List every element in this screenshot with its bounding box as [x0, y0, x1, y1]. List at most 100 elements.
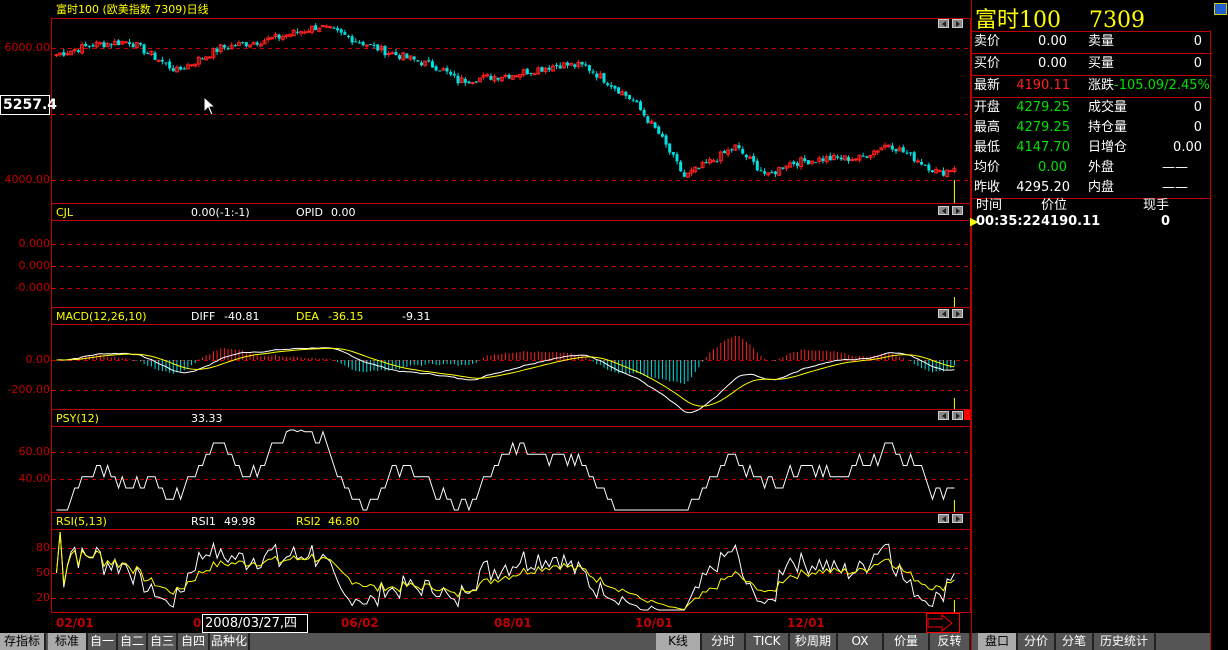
candle-body: [449, 71, 453, 75]
tab-second-period[interactable]: 秒周期: [790, 633, 838, 650]
tab-custom-1[interactable]: 自一: [88, 633, 118, 650]
row-high: 最高 4279.25 持仓量 0: [972, 118, 1212, 138]
candle-body: [372, 44, 376, 46]
candle-body: [635, 100, 639, 103]
tab-custom-4[interactable]: 自四: [178, 633, 210, 650]
candle-body: [624, 91, 628, 96]
candle-body: [847, 157, 851, 161]
candle-body: [189, 64, 194, 67]
row-open: 开盘 4279.25 成交量 0: [972, 98, 1212, 118]
candle-body: [427, 60, 431, 62]
tab-price-dist[interactable]: 分价: [1018, 633, 1056, 650]
date-tick: 12/01: [787, 616, 825, 630]
tab-ox[interactable]: OX: [838, 633, 884, 650]
candle-body: [314, 25, 318, 31]
candle-body: [937, 170, 942, 173]
candle-body: [474, 81, 478, 83]
cursor-price-label: 5257.4: [0, 95, 57, 115]
candle-body: [668, 143, 672, 153]
candle-body: [573, 64, 577, 67]
candle-body: [529, 72, 533, 74]
candle-body: [850, 159, 855, 162]
quote-table: 卖价 0.00 卖量 0 买价 0.00 买量 0 最新 4190.11 涨跌 …: [971, 31, 1212, 199]
candle-body: [628, 95, 632, 100]
value: 0: [1193, 120, 1202, 135]
tab-custom-3[interactable]: 自三: [148, 633, 178, 650]
tab-history-stats[interactable]: 历史统计: [1094, 633, 1156, 650]
candle-body: [580, 62, 584, 65]
tab-variety[interactable]: 品种化: [210, 633, 250, 650]
tab-reverse[interactable]: 反转: [930, 633, 971, 650]
candle-body: [156, 59, 161, 62]
candle-body: [438, 70, 442, 72]
label: 最高: [974, 120, 1001, 135]
candle-body: [755, 160, 759, 171]
label: 买价: [974, 56, 1001, 71]
value: 4279.25: [1016, 120, 1070, 135]
next-arrow-icon[interactable]: [926, 613, 960, 633]
candle-body: [207, 56, 212, 59]
candle-body: [861, 155, 865, 157]
label: 开盘: [974, 100, 1001, 115]
candle-body: [201, 58, 204, 60]
label: 卖价: [974, 34, 1001, 49]
candle-body: [507, 74, 511, 79]
tab-custom-2[interactable]: 自二: [118, 633, 148, 650]
candle-body: [915, 160, 920, 163]
candle-body: [613, 85, 617, 89]
value: ——: [1162, 160, 1188, 175]
date-tick: 06/02: [341, 616, 379, 630]
candle-body: [806, 160, 810, 165]
candle-body: [241, 42, 245, 44]
candle-body: [675, 154, 679, 162]
candle-body: [215, 48, 219, 52]
date-tick: 10/01: [635, 616, 673, 630]
tab-kline[interactable]: K线: [656, 633, 702, 650]
row-last: 最新 4190.11 涨跌 -105.09/2.45%: [972, 76, 1212, 98]
candle-body: [664, 135, 668, 145]
candle-body: [347, 35, 350, 37]
candle-body: [606, 83, 610, 86]
candle-body: [328, 26, 333, 29]
col-volume: 现手: [1143, 198, 1170, 213]
tab-intraday[interactable]: 分时: [702, 633, 746, 650]
row-prev-close: 昨收 4295.20 内盘 ——: [972, 178, 1212, 198]
value: 0.00: [1038, 160, 1067, 175]
restore-window-icon[interactable]: [1214, 3, 1227, 15]
value: 0.00: [1038, 56, 1067, 71]
candle-body: [383, 46, 387, 56]
candle-body: [244, 42, 248, 47]
candle-body: [912, 152, 916, 162]
candle-body: [179, 66, 183, 70]
candle-body: [489, 75, 493, 80]
candle-body: [671, 152, 675, 155]
candle-body: [168, 61, 172, 69]
tab-standard[interactable]: 标准: [48, 633, 88, 650]
tick-price: 4190.11: [1041, 214, 1101, 229]
candle-body: [770, 172, 774, 174]
candle-body: [102, 42, 106, 48]
candle-body: [91, 45, 95, 47]
candle-body: [737, 145, 741, 149]
candle-body: [131, 43, 135, 48]
tab-tick[interactable]: TICK: [746, 633, 790, 650]
candle-body: [302, 31, 307, 34]
row-avg: 均价 0.00 外盘 ——: [972, 158, 1212, 178]
candle-body: [587, 65, 591, 71]
candle-body: [182, 68, 186, 70]
candle-body: [485, 74, 490, 77]
candle-body: [87, 45, 91, 47]
candle-body: [368, 43, 372, 45]
candle-body: [642, 109, 646, 116]
rsi2-line: [56, 531, 955, 611]
tab-order-book[interactable]: 盘口: [978, 633, 1018, 650]
tick-time: 00:35:22: [976, 214, 1041, 229]
candle-body: [357, 42, 361, 44]
psy-line: [56, 429, 955, 512]
candle-body: [430, 61, 434, 68]
tab-trades[interactable]: 分笔: [1056, 633, 1094, 650]
tab-price-volume[interactable]: 价量: [884, 633, 930, 650]
candle-body: [547, 67, 551, 70]
candle-body: [117, 40, 121, 46]
tab-save-indicator[interactable]: 存指标: [0, 633, 46, 650]
